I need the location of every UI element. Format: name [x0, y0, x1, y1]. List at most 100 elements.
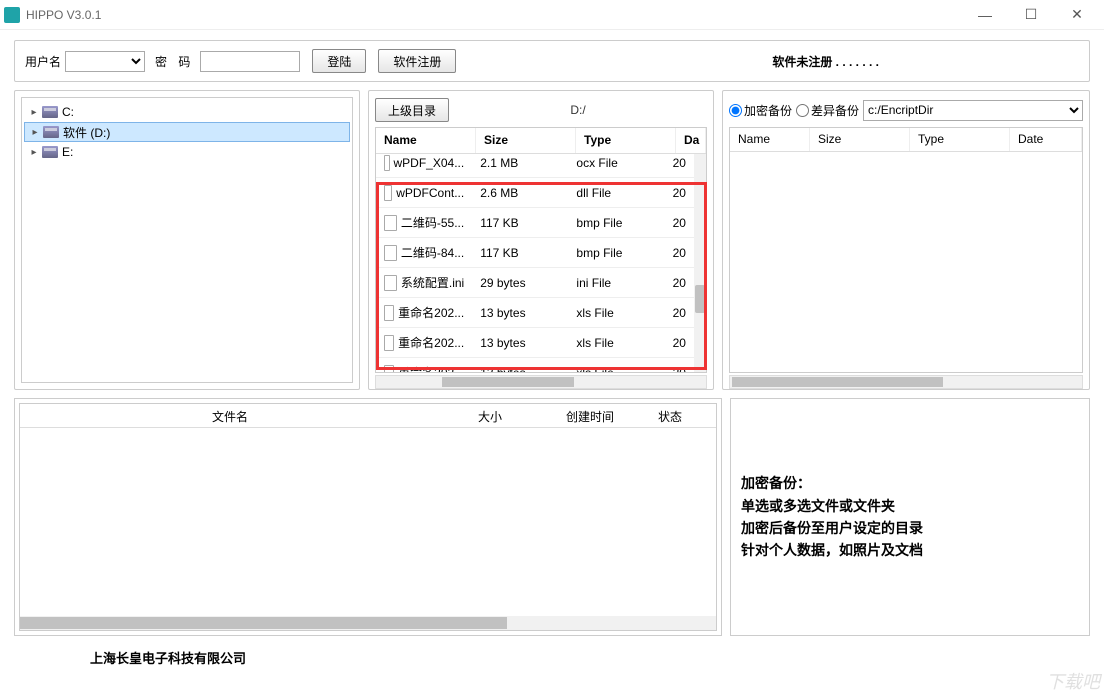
- file-icon: [384, 335, 394, 351]
- horizontal-scrollbar[interactable]: [729, 375, 1083, 389]
- horizontal-scrollbar[interactable]: [375, 375, 707, 389]
- file-icon: [384, 155, 390, 171]
- info-panel: 加密备份： 单选或多选文件或文件夹 加密后备份至用户设定的目录 针对个人数据，如…: [730, 398, 1090, 636]
- file-row[interactable]: 二维码-84... 117 KBbmp File20: [376, 238, 694, 268]
- tree-label: 软件 (D:): [63, 124, 110, 141]
- file-type: bmp File: [568, 216, 664, 230]
- queue-panel: 文件名 大小 创建时间 状态: [14, 398, 722, 636]
- file-row[interactable]: 重命名202... 13 bytesxls File20: [376, 328, 694, 358]
- horizontal-scrollbar[interactable]: [20, 616, 716, 630]
- login-button[interactable]: 登陆: [312, 49, 366, 73]
- file-size: 2.6 MB: [472, 186, 568, 200]
- radio-encrypt-backup[interactable]: 加密备份: [729, 102, 792, 119]
- expand-icon[interactable]: ▸: [26, 107, 42, 118]
- username-combo[interactable]: [65, 51, 145, 72]
- info-line: 加密后备份至用户设定的目录: [741, 517, 923, 539]
- file-type: ini File: [568, 276, 664, 290]
- toolbar: 用户名 密 码 登陆 软件注册 软件未注册 . . . . . . .: [14, 40, 1090, 82]
- file-name: wPDFCont...: [396, 186, 464, 200]
- file-type: xls File: [568, 366, 664, 373]
- header-size[interactable]: Size: [810, 128, 910, 151]
- file-type: xls File: [568, 336, 664, 350]
- watermark: 下载吧: [1046, 668, 1100, 694]
- file-name: 二维码-55...: [401, 214, 464, 231]
- header-status[interactable]: 状态: [640, 404, 700, 427]
- parent-dir-button[interactable]: 上级目录: [375, 98, 449, 122]
- file-row[interactable]: 二维码-55... 117 KBbmp File20: [376, 208, 694, 238]
- file-size: 13 bytes: [472, 366, 568, 373]
- file-name: wPDF_X04...: [394, 156, 465, 170]
- footer-company: 上海长皇电子科技有限公司: [0, 636, 1104, 667]
- backup-list-header: Name Size Type Date: [730, 128, 1082, 152]
- file-icon: [384, 185, 392, 201]
- header-type[interactable]: Type: [910, 128, 1010, 151]
- file-list[interactable]: Name Size Type Da wPDF_X04...2.1 MBocx F…: [375, 127, 707, 373]
- file-date: 20: [665, 276, 694, 290]
- file-row[interactable]: 系统配置.ini 29 bytesini File20: [376, 268, 694, 298]
- tree-item-c[interactable]: ▸ C:: [24, 102, 350, 122]
- file-date: 20: [665, 156, 694, 170]
- file-icon: [384, 365, 394, 373]
- username-label: 用户名: [25, 53, 61, 70]
- file-type: dll File: [568, 186, 664, 200]
- header-size[interactable]: 大小: [440, 404, 540, 427]
- info-line: 加密备份：: [741, 472, 923, 494]
- backup-dir-combo[interactable]: c:/EncriptDir: [863, 100, 1083, 121]
- file-date: 20: [665, 366, 694, 373]
- tree-item-e[interactable]: ▸ E:: [24, 142, 350, 162]
- header-date[interactable]: Date: [1010, 128, 1082, 151]
- radio-diff-backup[interactable]: 差异备份: [796, 102, 859, 119]
- registration-status: 软件未注册 . . . . . . .: [772, 53, 879, 70]
- expand-icon[interactable]: ▸: [26, 147, 42, 158]
- maximize-button[interactable]: ☐: [1008, 0, 1054, 30]
- password-input[interactable]: [200, 51, 300, 72]
- file-type: bmp File: [568, 246, 664, 260]
- file-row[interactable]: wPDFCont... 2.6 MBdll File20: [376, 178, 694, 208]
- header-name[interactable]: Name: [730, 128, 810, 151]
- file-name: 重命名202...: [398, 334, 464, 351]
- tree-label: C:: [62, 105, 74, 119]
- info-line: 单选或多选文件或文件夹: [741, 495, 923, 517]
- titlebar: HIPPO V3.0.1 — ☐ ✕: [0, 0, 1104, 30]
- window-title: HIPPO V3.0.1: [26, 8, 101, 22]
- file-date: 20: [665, 216, 694, 230]
- info-line: 针对个人数据，如照片及文档: [741, 539, 923, 561]
- password-label: 密 码: [155, 53, 194, 70]
- file-icon: [384, 215, 397, 231]
- file-row[interactable]: 重命名202... 13 bytesxls File20: [376, 358, 694, 372]
- backup-file-list[interactable]: Name Size Type Date: [729, 127, 1083, 373]
- file-name: 重命名202...: [398, 304, 464, 321]
- file-row[interactable]: 重命名202... 13 bytesxls File20: [376, 298, 694, 328]
- file-name: 重命名202...: [398, 364, 464, 372]
- file-name: 二维码-84...: [401, 244, 464, 261]
- file-size: 117 KB: [472, 216, 568, 230]
- file-date: 20: [665, 186, 694, 200]
- header-ctime[interactable]: 创建时间: [540, 404, 640, 427]
- vertical-scrollbar[interactable]: [694, 154, 706, 372]
- register-button[interactable]: 软件注册: [378, 49, 456, 73]
- app-icon: [4, 7, 20, 23]
- minimize-button[interactable]: —: [962, 0, 1008, 30]
- file-date: 20: [665, 306, 694, 320]
- file-name: 系统配置.ini: [401, 274, 464, 291]
- drive-tree-panel: ▸ C: ▸ 软件 (D:) ▸ E:: [14, 90, 360, 390]
- header-filename[interactable]: 文件名: [20, 404, 440, 427]
- tree-label: E:: [62, 145, 73, 159]
- file-size: 117 KB: [472, 246, 568, 260]
- file-list-panel: 上级目录 D:/ Name Size Type Da wPDF_X04...2.…: [368, 90, 714, 390]
- file-date: 20: [665, 336, 694, 350]
- file-row[interactable]: wPDF_X04...2.1 MBocx File20: [376, 148, 694, 178]
- file-type: xls File: [568, 306, 664, 320]
- file-size: 29 bytes: [472, 276, 568, 290]
- file-size: 13 bytes: [472, 336, 568, 350]
- drive-icon: [43, 126, 59, 138]
- drive-icon: [42, 106, 58, 118]
- drive-icon: [42, 146, 58, 158]
- close-button[interactable]: ✕: [1054, 0, 1100, 30]
- expand-icon[interactable]: ▸: [27, 127, 43, 138]
- file-icon: [384, 275, 397, 291]
- tree-item-d[interactable]: ▸ 软件 (D:): [24, 122, 350, 142]
- file-date: 20: [665, 246, 694, 260]
- file-type: ocx File: [568, 156, 664, 170]
- file-size: 13 bytes: [472, 306, 568, 320]
